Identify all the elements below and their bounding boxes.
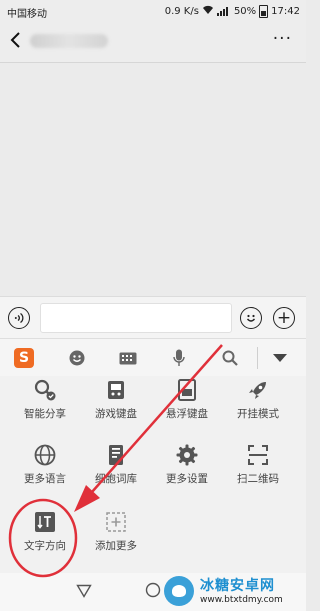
cell-dictionary-icon [104,443,128,467]
search-icon[interactable] [220,348,240,368]
panel-item-more-settings[interactable]: 更多设置 [152,443,222,486]
scan-qr-icon [246,443,270,467]
keyboard-icon[interactable] [118,348,138,368]
microphone-icon[interactable] [169,348,189,368]
panel-item-label: 扫二维码 [237,473,279,485]
floating-keyboard-icon [175,378,199,402]
message-input[interactable] [40,303,232,333]
panel-item-label: 悬浮键盘 [166,408,208,420]
carrier-label: 中国移动 [7,9,47,20]
panel-item-label: 开挂模式 [237,408,279,420]
panel-item-cell-dictionary[interactable]: 细胞词库 [81,443,151,486]
network-speed: 0.9 K/s [164,6,199,17]
collapse-keyboard-icon[interactable] [273,354,287,362]
status-right: 0.9 K/s 50% 17:42 [165,5,300,18]
chevron-left-icon[interactable] [9,31,21,52]
wifi-icon [202,5,214,18]
panel-item-label: 添加更多 [95,540,137,552]
panel-item-label: 游戏键盘 [95,408,137,420]
site-watermark: 冰糖安卓网 www.btxtdmy.com [162,574,302,610]
panel-item-label: 智能分享 [24,408,66,420]
signal-icon [216,7,231,16]
status-bar: 中国移动 0.9 K/s 50% 17:42 [0,0,306,22]
panel-item-label: 文字方向 [24,540,66,552]
text-direction-icon [33,510,57,534]
watermark-logo-icon [164,576,194,606]
home-circle-icon[interactable] [145,582,161,602]
panel-item-label: 细胞词库 [95,473,137,485]
panel-item-game-keyboard[interactable]: 游戏键盘 [81,378,151,421]
smiley-icon[interactable] [240,307,262,329]
game-keyboard-icon [104,378,128,402]
contact-name-blurred [30,34,108,48]
panel-item-scan-qr[interactable]: 扫二维码 [223,443,293,486]
message-input-bar: + [0,296,306,339]
clock: 17:42 [271,6,300,17]
more-menu-button[interactable]: ··· [273,29,292,49]
battery-percent: 50% [233,6,257,17]
voice-icon[interactable] [8,307,30,329]
panel-item-boost-mode[interactable]: 开挂模式 [223,378,293,421]
toolbar-divider [257,347,258,369]
emoji-icon[interactable] [67,348,87,368]
panel-item-label: 更多设置 [166,473,208,485]
smart-share-icon [33,378,57,402]
gear-icon [175,443,199,467]
chat-message-area[interactable] [0,63,306,296]
panel-item-label: 更多语言 [24,473,66,485]
rocket-icon [246,378,270,402]
panel-item-smart-share[interactable]: 智能分享 [10,378,80,421]
panel-item-add-more[interactable]: 添加更多 [81,510,151,553]
globe-icon [33,443,57,467]
panel-item-text-direction[interactable]: 文字方向 [10,510,80,553]
watermark-title: 冰糖安卓网 [200,578,275,594]
panel-item-floating-keyboard[interactable]: 悬浮键盘 [152,378,222,421]
battery-icon [259,5,269,18]
watermark-url: www.btxtdmy.com [200,595,283,605]
panel-item-more-languages[interactable]: 更多语言 [10,443,80,486]
add-more-icon [104,510,128,534]
plus-button[interactable]: + [273,307,295,329]
back-triangle-icon[interactable] [76,583,92,602]
chat-header: ··· [0,22,306,63]
sogou-logo-button[interactable]: S [14,348,34,368]
ime-toolbar: S [0,338,306,377]
ime-function-panel: 智能分享 游戏键盘 悬浮键盘 开挂模式 更多语言 细胞词库 更多设置 扫二维码 … [0,376,306,573]
